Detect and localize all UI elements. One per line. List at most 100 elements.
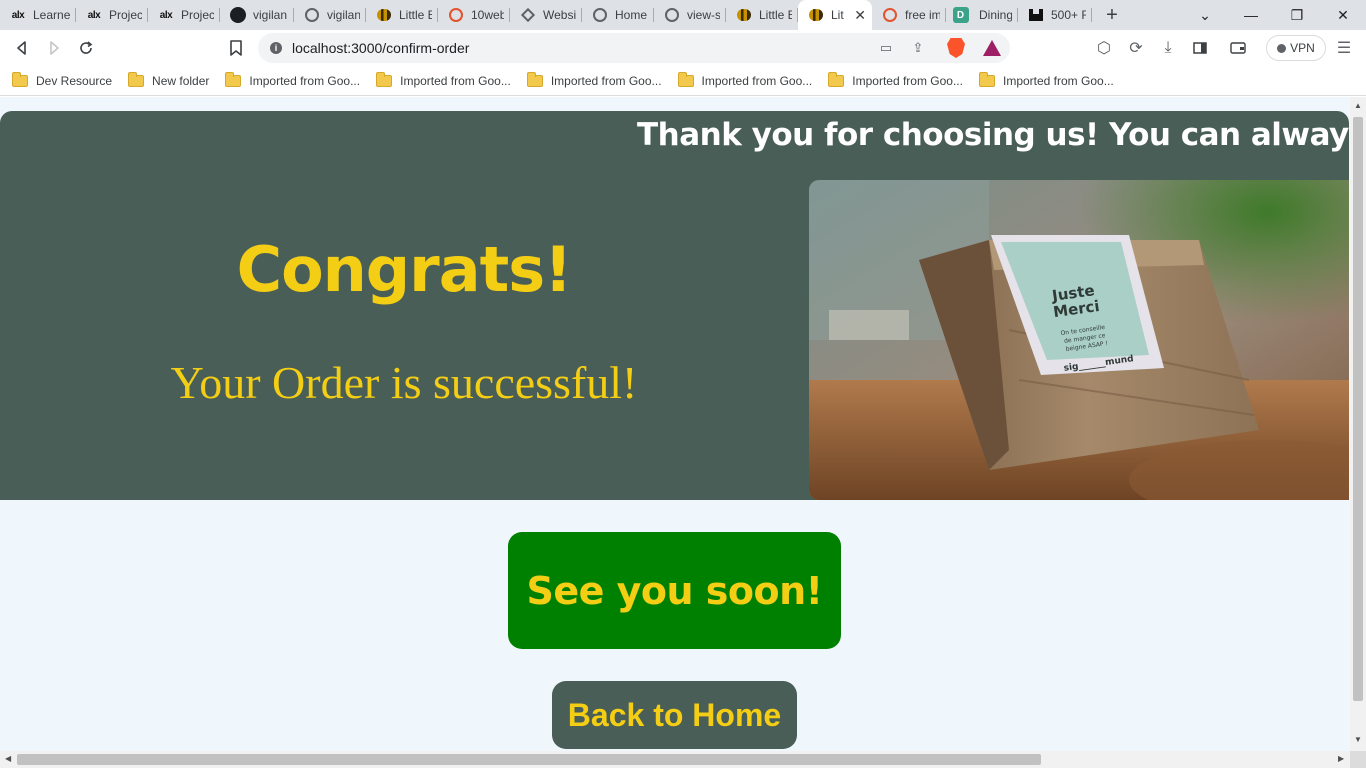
bookmark-icon[interactable] bbox=[224, 36, 248, 60]
thank-you-marquee: Thank you for choosing us! You can alway… bbox=[637, 117, 1349, 153]
folder-icon bbox=[677, 71, 694, 87]
browser-tab[interactable]: Home bbox=[582, 0, 654, 30]
scroll-up-icon[interactable]: ▲ bbox=[1354, 101, 1362, 110]
leo-icon[interactable]: ⟳ bbox=[1124, 36, 1148, 60]
brave-shields-icon[interactable] bbox=[946, 38, 966, 58]
folder-icon bbox=[978, 71, 995, 87]
sidebar-icon[interactable] bbox=[1188, 36, 1212, 60]
forward-icon[interactable] bbox=[42, 36, 66, 60]
page-viewport: Thank you for choosing us! You can alway… bbox=[0, 97, 1366, 768]
order-success-text: Your Order is successful! bbox=[170, 357, 638, 408]
browser-tab[interactable]: alx Project bbox=[76, 0, 148, 30]
tab-title: free im bbox=[905, 8, 940, 22]
folder-icon bbox=[828, 71, 845, 87]
bookmark-folder[interactable]: New folder bbox=[128, 71, 209, 88]
bookmark-folder[interactable]: Imported from Goo... bbox=[376, 71, 511, 88]
bookmark-folder[interactable]: Imported from Goo... bbox=[225, 71, 360, 88]
extensions-icon[interactable]: ⬡ bbox=[1092, 36, 1116, 60]
browser-toolbar: i localhost:3000/confirm-order ▭ ⇪ ⬡ ⟳ ⤓… bbox=[0, 30, 1366, 66]
bookmark-folder[interactable]: Imported from Goo... bbox=[526, 71, 662, 88]
download-icon[interactable]: ⤓ bbox=[1156, 36, 1180, 60]
bee-icon bbox=[809, 9, 823, 21]
share-icon[interactable]: ⇪ bbox=[908, 38, 928, 58]
bookmark-folder[interactable]: Imported from Goo... bbox=[828, 71, 963, 88]
brave-rewards-icon[interactable] bbox=[982, 38, 1002, 58]
confirmation-hero: Thank you for choosing us! You can alway… bbox=[0, 111, 1349, 500]
back-icon[interactable] bbox=[10, 36, 34, 60]
vpn-status-icon bbox=[1277, 43, 1287, 53]
wallet-icon[interactable] bbox=[1226, 36, 1250, 60]
alx-icon: alx bbox=[87, 9, 101, 21]
scroll-right-icon[interactable]: ▶ bbox=[1338, 754, 1344, 763]
unsplash-icon bbox=[1029, 9, 1043, 21]
back-to-home-button[interactable]: Back to Home bbox=[552, 681, 797, 749]
tab-title: Little B bbox=[399, 8, 432, 22]
bookmark-folder[interactable]: Dev Resource bbox=[12, 71, 112, 88]
github-icon bbox=[230, 7, 246, 23]
address-bar[interactable]: i localhost:3000/confirm-order ▭ ⇪ bbox=[258, 33, 1010, 63]
globe-icon bbox=[665, 8, 679, 22]
browser-tab[interactable]: 10web bbox=[438, 0, 510, 30]
bookmark-folder[interactable]: Imported from Goo... bbox=[677, 71, 812, 88]
browser-tab[interactable]: D Dining bbox=[946, 0, 1018, 30]
browser-tab[interactable]: view-s bbox=[654, 0, 726, 30]
tab-title: Websit bbox=[543, 8, 576, 22]
see-you-soon-button[interactable]: See you soon! bbox=[508, 532, 841, 649]
browser-tab[interactable]: Websit bbox=[510, 0, 582, 30]
browser-tab[interactable]: free im bbox=[872, 0, 946, 30]
congrats-heading: Congrats! bbox=[236, 233, 573, 306]
vpn-button[interactable]: VPN bbox=[1266, 35, 1326, 61]
bee-icon bbox=[737, 9, 751, 21]
folder-icon bbox=[376, 71, 393, 87]
browser-tab[interactable]: alx Learne bbox=[0, 0, 76, 30]
tab-title: view-s bbox=[687, 8, 720, 22]
new-tab-button[interactable]: + bbox=[1092, 0, 1132, 30]
close-window-button[interactable]: ✕ bbox=[1320, 0, 1366, 30]
site-info-icon[interactable]: i bbox=[270, 42, 282, 54]
horizontal-scrollbar[interactable]: ◀ ▶ bbox=[0, 751, 1350, 768]
tab-title: 10web bbox=[471, 8, 504, 22]
tab-title: Little B bbox=[759, 8, 792, 22]
scrollbar-corner bbox=[1350, 751, 1366, 768]
scroll-left-icon[interactable]: ◀ bbox=[5, 754, 11, 763]
bookmark-folder[interactable]: Imported from Goo... bbox=[978, 71, 1114, 88]
diamond-icon bbox=[520, 7, 536, 23]
reload-icon[interactable] bbox=[74, 36, 98, 60]
paper-bag-image: Juste Merci On te conseille de manger ce… bbox=[809, 180, 1349, 500]
alx-icon: alx bbox=[159, 9, 173, 21]
tab-title: Home bbox=[615, 8, 648, 22]
close-tab-icon[interactable]: ✕ bbox=[854, 7, 866, 24]
tab-title: Project bbox=[181, 8, 214, 22]
browser-tab[interactable]: 500+ F bbox=[1018, 0, 1092, 30]
tab-title: 500+ F bbox=[1051, 8, 1086, 22]
browser-tab[interactable]: vigilan bbox=[294, 0, 366, 30]
browser-tab[interactable]: alx Project bbox=[148, 0, 220, 30]
folder-icon bbox=[12, 71, 28, 87]
tab-title: Learne bbox=[33, 8, 70, 22]
globe-icon bbox=[593, 8, 607, 22]
vertical-scroll-thumb[interactable] bbox=[1353, 117, 1363, 701]
horizontal-scroll-thumb[interactable] bbox=[17, 754, 1041, 765]
browser-tab[interactable]: vigilan bbox=[220, 0, 294, 30]
brave-icon bbox=[449, 8, 463, 22]
minimize-button[interactable]: — bbox=[1228, 0, 1274, 30]
browser-tab-active[interactable]: Lit ✕ bbox=[798, 0, 872, 30]
scroll-down-icon[interactable]: ▼ bbox=[1354, 735, 1362, 744]
tab-title: vigilan bbox=[253, 8, 288, 22]
browser-tab[interactable]: Little B bbox=[726, 0, 798, 30]
brave-icon bbox=[883, 8, 897, 22]
tab-search-icon[interactable]: ⌄ bbox=[1182, 0, 1228, 30]
bookmarks-bar: Dev Resource New folder Imported from Go… bbox=[0, 66, 1366, 96]
url-text[interactable]: localhost:3000/confirm-order bbox=[292, 40, 469, 56]
tab-strip: alx Learne alx Project alx Project vigil… bbox=[0, 0, 1366, 30]
tab-title: Project bbox=[109, 8, 142, 22]
menu-icon[interactable]: ☰ bbox=[1332, 36, 1356, 60]
vpn-label: VPN bbox=[1290, 41, 1315, 55]
browser-tab[interactable]: Little B bbox=[366, 0, 438, 30]
tab-title: Dining bbox=[979, 8, 1012, 22]
tab-title: Lit bbox=[831, 8, 844, 22]
vertical-scrollbar[interactable]: ▲ ▼ bbox=[1350, 97, 1366, 751]
cast-icon[interactable]: ▭ bbox=[876, 38, 896, 58]
restore-button[interactable]: ❐ bbox=[1274, 0, 1320, 30]
folder-icon bbox=[225, 71, 242, 87]
